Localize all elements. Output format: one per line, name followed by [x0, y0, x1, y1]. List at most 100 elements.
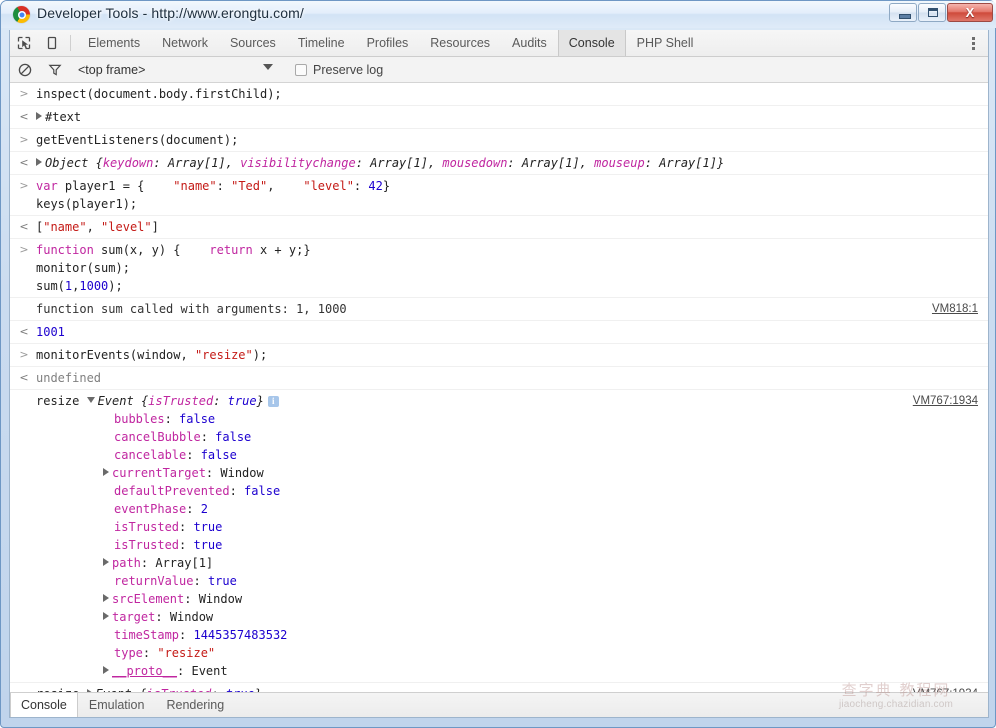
- code-token: }: [382, 179, 391, 193]
- code-token: inspect(document.body.firstChild);: [36, 87, 282, 101]
- preserve-log-toggle[interactable]: Preserve log: [295, 63, 383, 77]
- tab-profiles[interactable]: Profiles: [356, 30, 420, 56]
- tab-label: Timeline: [297, 36, 345, 50]
- maximize-button[interactable]: [918, 3, 946, 22]
- code-token: "resize": [157, 646, 216, 660]
- code-line: function sum(x, y) { return x + y;}: [36, 241, 980, 259]
- close-button[interactable]: X: [947, 3, 993, 22]
- code-token: :: [193, 574, 208, 588]
- property-key: bubbles: [114, 412, 165, 426]
- event-header[interactable]: resize Event {isTrusted: true} i: [36, 392, 980, 410]
- clear-console-icon[interactable]: [10, 63, 40, 77]
- inspect-element-icon[interactable]: [10, 30, 38, 56]
- console-output-row: < ["name", "level"]: [10, 216, 988, 239]
- preserve-log-checkbox[interactable]: [295, 63, 307, 76]
- triangle-right-icon[interactable]: [36, 158, 42, 166]
- drawer-tab-console[interactable]: Console: [10, 693, 78, 717]
- tab-label: Profiles: [366, 36, 409, 50]
- code-token: :: [186, 502, 201, 516]
- code-token: Array[1]: [521, 156, 580, 170]
- code-token: sum(x, y) {: [93, 243, 210, 257]
- triangle-right-icon[interactable]: [103, 468, 109, 476]
- row-gutter-icon: >: [19, 133, 29, 146]
- code-token: Array[1]: [155, 556, 214, 570]
- event-property-row: cancelBubble: false: [36, 428, 980, 446]
- code-token: getEventListeners(document);: [36, 133, 239, 147]
- code-token: 1445357483532: [193, 628, 288, 642]
- minimize-button[interactable]: [889, 3, 917, 22]
- tab-php-shell[interactable]: PHP Shell: [626, 30, 705, 56]
- property-key: returnValue: [114, 574, 194, 588]
- drawer-tab-rendering[interactable]: Rendering: [155, 693, 235, 717]
- event-property-row[interactable]: __proto__: Event: [36, 662, 980, 680]
- code-token: :: [153, 156, 168, 170]
- window-controls: X: [888, 3, 993, 22]
- tab-network[interactable]: Network: [151, 30, 219, 56]
- tab-label: Console: [568, 36, 615, 50]
- property-key: path: [112, 556, 141, 570]
- kebab-menu-icon[interactable]: [962, 36, 984, 50]
- code-token: );: [252, 348, 268, 362]
- row-content: ["name", "level"]: [36, 218, 980, 236]
- source-link[interactable]: VM818:1: [932, 300, 978, 318]
- toolbar-right: [957, 30, 988, 56]
- row-content: var player1 = { "name": "Ted", "level": …: [36, 177, 980, 213]
- tab-sources[interactable]: Sources: [219, 30, 287, 56]
- drawer-tab-emulation[interactable]: Emulation: [78, 693, 156, 717]
- device-toolbar-icon[interactable]: [38, 30, 66, 56]
- triangle-down-icon[interactable]: [86, 397, 95, 403]
- triangle-right-icon[interactable]: [36, 112, 42, 120]
- tab-resources[interactable]: Resources: [419, 30, 501, 56]
- row-content: monitorEvents(window, "resize");: [36, 346, 980, 364]
- property-key: defaultPrevented: [114, 484, 230, 498]
- triangle-right-icon[interactable]: [103, 558, 109, 566]
- code-token: 42: [368, 179, 383, 193]
- triangle-right-icon[interactable]: [103, 666, 109, 674]
- console-input-row: > function sum(x, y) { return x + y;} moni…: [10, 239, 988, 298]
- code-token: keys(player1);: [36, 197, 138, 211]
- code-token: :: [355, 156, 371, 170]
- event-property-row: eventPhase: 2: [36, 500, 980, 518]
- property-key: isTrusted: [114, 538, 180, 552]
- code-token: :: [142, 646, 158, 660]
- code-token: var: [36, 179, 58, 193]
- tab-console[interactable]: Console: [557, 30, 626, 56]
- row-content: getEventListeners(document);: [36, 131, 980, 149]
- property-key: cancelable: [114, 448, 187, 462]
- code-token: player1 = {: [57, 179, 174, 193]
- code-token: true: [207, 574, 237, 588]
- tab-audits[interactable]: Audits: [501, 30, 558, 56]
- tab-timeline[interactable]: Timeline: [287, 30, 356, 56]
- window-title: Developer Tools - http://www.erongtu.com…: [37, 5, 304, 21]
- code-token: :: [184, 592, 199, 606]
- code-token: "name": [173, 179, 217, 193]
- source-link[interactable]: VM767:1934: [913, 392, 978, 410]
- code-token: true: [193, 538, 223, 552]
- drawer-tab-label: Console: [21, 698, 67, 712]
- code-token: :: [164, 412, 180, 426]
- code-token: :: [644, 156, 660, 170]
- console-message-row: function sum called with arguments: 1, 1…: [10, 298, 988, 321]
- code-token: Window: [198, 592, 243, 606]
- filter-funnel-icon[interactable]: [40, 63, 70, 77]
- code-token: "Ted": [231, 179, 268, 193]
- event-property-row[interactable]: target: Window: [36, 608, 980, 626]
- property-key: type: [114, 646, 143, 660]
- event-property-row: bubbles: false: [36, 410, 980, 428]
- row-gutter-icon: >: [19, 179, 29, 192]
- event-property-row[interactable]: srcElement: Window: [36, 590, 980, 608]
- event-property-row[interactable]: path: Array[1]: [36, 554, 980, 572]
- console-output[interactable]: > inspect(document.body.firstChild); < #tex…: [10, 83, 988, 693]
- console-filter-bar: <top frame> Preserve log: [10, 57, 988, 83]
- event-property-row: returnValue: true: [36, 572, 980, 590]
- code-token: :: [213, 394, 228, 408]
- tab-label: PHP Shell: [636, 36, 694, 50]
- event-property-row[interactable]: currentTarget: Window: [36, 464, 980, 482]
- tab-elements[interactable]: Elements: [77, 30, 151, 56]
- code-token: ,: [579, 156, 595, 170]
- info-icon[interactable]: i: [267, 396, 279, 407]
- triangle-right-icon[interactable]: [103, 594, 109, 602]
- code-token: false: [179, 412, 216, 426]
- triangle-right-icon[interactable]: [103, 612, 109, 620]
- frame-selector[interactable]: <top frame>: [78, 63, 273, 77]
